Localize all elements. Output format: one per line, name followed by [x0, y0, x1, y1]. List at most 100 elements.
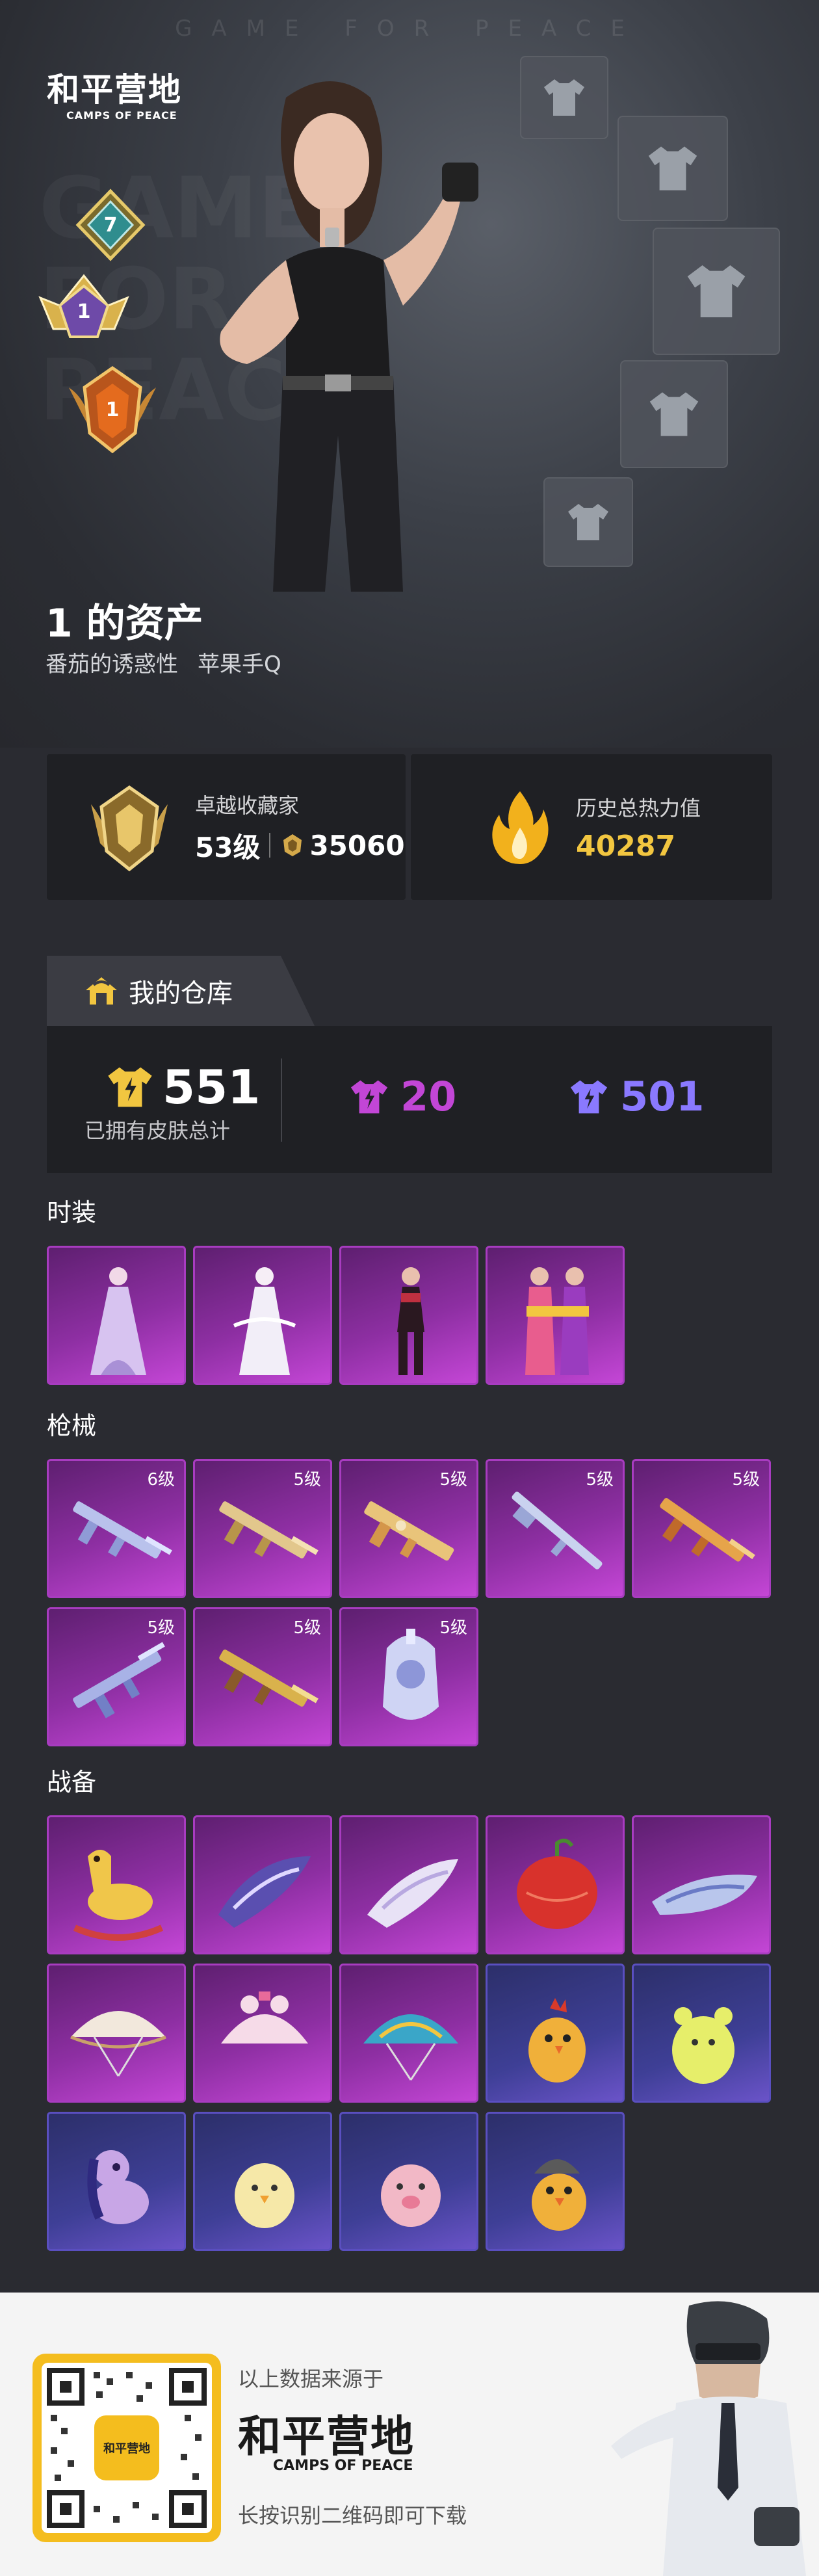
gear-item[interactable] — [486, 1964, 625, 2103]
parachute-icon — [363, 2014, 458, 2081]
rank-badge-diamond: 7 — [73, 187, 148, 263]
gear-item[interactable] — [339, 1815, 478, 1954]
skin-total: 551 — [105, 1060, 260, 1114]
player-subtitle: 番茄的诱惑性 苹果手Q — [46, 646, 281, 678]
chick-mascot-icon — [235, 2163, 294, 2228]
heat-label: 历史总热力值 — [576, 795, 701, 821]
collector-points: 35060 — [309, 829, 405, 861]
outfit-figure-icon — [525, 1267, 589, 1375]
collector-points-icon — [283, 834, 302, 856]
outfit-figure-icon — [233, 1267, 296, 1375]
gear-item[interactable] — [193, 1815, 332, 1954]
outfit-item[interactable] — [193, 1246, 332, 1385]
footer-hint: 长按识别二维码即可下载 — [238, 2503, 467, 2528]
heat-card[interactable]: 历史总热力值 40287 — [411, 754, 772, 900]
outfit-thumb — [543, 477, 633, 567]
heat-value: 40287 — [576, 829, 676, 863]
gear-item[interactable] — [632, 1964, 771, 2103]
gun-level: 5级 — [732, 1470, 760, 1490]
outfit-thumb — [618, 116, 728, 221]
gear-item[interactable] — [486, 1815, 625, 1954]
gun-level: 5级 — [586, 1470, 614, 1490]
gear-item[interactable] — [193, 1964, 332, 2103]
shirt-icon — [687, 265, 746, 317]
glider-icon — [218, 1856, 311, 1928]
qr-code-pattern: 和平营地 — [42, 2363, 212, 2533]
purple-skin-count: 20 — [348, 1073, 456, 1120]
rank-badge-crown: 1 — [34, 267, 134, 351]
hero-banner: GAME FOR PEACE GAME FOR PEACE 和平营地 CAMPS… — [0, 0, 819, 748]
character-avatar — [220, 81, 478, 592]
chicken-mascot-icon — [528, 1998, 586, 2083]
flame-icon — [492, 791, 549, 864]
bear-mascot-icon — [672, 2007, 734, 2084]
gun-item[interactable]: 5级 — [193, 1459, 332, 1598]
gun-item[interactable]: 5级 — [193, 1607, 332, 1746]
footer: 和平营地 以上数据来源于 和平营地 CAMPS OF PEACE 长按识别二维码… — [0, 2293, 819, 2576]
skin-total-label: 已拥有皮肤总计 — [84, 1118, 231, 1143]
brand-subname: CAMPS OF PEACE — [66, 109, 177, 122]
gun-item[interactable]: 5级 — [47, 1607, 186, 1746]
shirt-icon — [568, 504, 608, 540]
glider-icon — [367, 1859, 458, 1928]
warehouse-summary: 551 已拥有皮肤总计 20 501 — [47, 1026, 772, 1173]
outfit-item[interactable] — [339, 1246, 478, 1385]
outfit-item[interactable] — [47, 1246, 186, 1385]
app-icon: 和平营地 — [94, 2415, 159, 2480]
purple-count: 20 — [400, 1073, 457, 1120]
blue-count: 501 — [620, 1073, 705, 1120]
gear-item[interactable] — [339, 2112, 478, 2251]
skin-total-count: 551 — [162, 1060, 261, 1114]
gun-level: 5级 — [147, 1618, 175, 1638]
gold-shirt-icon — [108, 1067, 152, 1107]
brand-name: 和平营地 — [47, 71, 182, 109]
collector-values: 53级 35060 — [195, 826, 405, 865]
gun-level: 5级 — [439, 1470, 467, 1490]
pony-mascot-icon — [87, 2150, 149, 2224]
section-title-gear: 战备 — [47, 1768, 97, 1796]
heat-info: 历史总热力值 40287 — [576, 792, 701, 863]
glider-icon — [652, 1874, 757, 1915]
chicken-mascot-icon — [532, 2159, 586, 2231]
badge-number: 1 — [77, 300, 91, 323]
gear-item[interactable] — [47, 2112, 186, 2251]
gear-item[interactable] — [632, 1815, 771, 1954]
gun-item[interactable]: 5级 — [339, 1607, 478, 1746]
qr-code[interactable]: 和平营地 — [32, 2354, 221, 2542]
footer-source: 以上数据来源于 — [238, 2367, 384, 2391]
tab-warehouse[interactable]: 我的仓库 — [47, 956, 315, 1026]
blue-shirt-icon — [570, 1080, 608, 1113]
parachute-icon — [70, 2011, 166, 2077]
hero-tagline: GAME FOR PEACE — [175, 16, 644, 42]
page: GAME FOR PEACE GAME FOR PEACE 和平营地 CAMPS… — [0, 0, 819, 2576]
rocking-horse-icon — [73, 1850, 164, 1941]
gear-item[interactable] — [47, 1964, 186, 2103]
section-title-outfits: 时装 — [47, 1198, 97, 1227]
shirt-icon — [648, 146, 697, 191]
parachute-icon — [221, 1991, 308, 2044]
outfit-item[interactable] — [486, 1246, 625, 1385]
brand-logo: 和平营地 CAMPS OF PEACE — [47, 70, 182, 122]
app-icon-label: 和平营地 — [103, 2442, 150, 2456]
house-icon — [86, 977, 117, 1005]
gear-item[interactable] — [47, 1815, 186, 1954]
divider — [269, 833, 271, 858]
gear-item[interactable] — [193, 2112, 332, 2251]
collector-card[interactable]: 卓越收藏家 53级 35060 — [47, 754, 406, 900]
outfit-figure-icon — [397, 1267, 424, 1375]
gun-item[interactable]: 5级 — [486, 1459, 625, 1598]
outfit-thumb — [520, 56, 608, 139]
rank-badge-wings: 1 — [62, 361, 162, 458]
gun-item[interactable]: 6级 — [47, 1459, 186, 1598]
parachute-icon — [517, 1838, 597, 1929]
player-platform: 苹果手Q — [198, 651, 281, 677]
footer-brand: 和平营地 — [238, 2412, 415, 2462]
gun-item[interactable]: 5级 — [632, 1459, 771, 1598]
pig-mascot-icon — [381, 2164, 441, 2227]
gear-item[interactable] — [486, 2112, 625, 2251]
divider — [281, 1058, 282, 1142]
gun-item[interactable]: 5级 — [339, 1459, 478, 1598]
gear-item[interactable] — [339, 1964, 478, 2103]
collector-label: 卓越收藏家 — [195, 793, 300, 818]
badge-number: 1 — [105, 398, 120, 421]
